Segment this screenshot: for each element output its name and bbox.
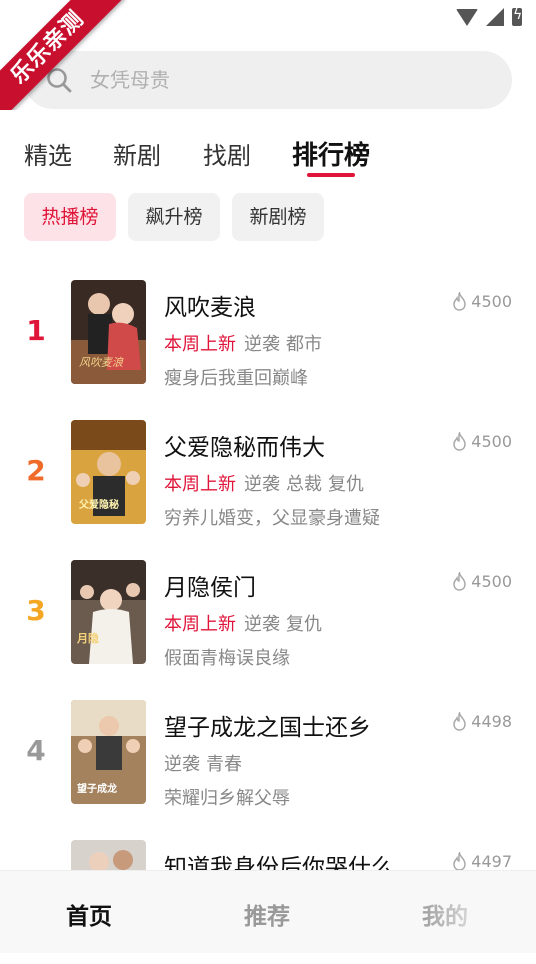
list-item[interactable]: 2 父爱隐秘 父爱隐秘而伟大 本周上新 逆袭 总裁 复仇 穷养儿婚变，父显豪身遭疑 4…	[0, 420, 536, 544]
new-this-week-badge: 本周上新	[164, 334, 236, 355]
rank-number: 4	[26, 734, 46, 767]
tab-rankings[interactable]: 排行榜	[292, 135, 370, 172]
svg-text:月隐: 月隐	[76, 631, 99, 645]
watermark-ribbon: 乐乐亲测	[0, 0, 130, 110]
drama-tags: 本周上新 逆袭 都市	[164, 330, 328, 356]
svg-text:风吹麦浪: 风吹麦浪	[79, 356, 124, 369]
nav-home[interactable]: 首页	[66, 897, 112, 931]
tab-featured[interactable]: 精选	[24, 136, 72, 171]
drama-poster[interactable]: 月隐	[71, 560, 146, 664]
new-this-week-badge: 本周上新	[164, 474, 236, 495]
bottom-nav: 首页 推荐 我的	[0, 870, 536, 953]
chip-rising[interactable]: 飙升榜	[128, 193, 220, 241]
signal-icon	[486, 8, 504, 26]
svg-text:父爱隐秘: 父爱隐秘	[78, 498, 119, 511]
drama-tags: 逆袭 青春	[164, 750, 248, 776]
genre-tag: 复仇	[286, 614, 322, 635]
nav-fade-overlay	[416, 871, 536, 953]
list-item[interactable]: 1 风吹麦浪 风吹麦浪 本周上新 逆袭 都市 瘦身后我重回巅峰 4500	[0, 280, 536, 404]
heat-score: 4500	[451, 572, 512, 591]
svg-text:望子成龙: 望子成龙	[77, 782, 117, 795]
flame-icon	[453, 432, 467, 451]
search-input[interactable]	[90, 51, 490, 109]
heat-score: 4500	[451, 432, 512, 451]
genre-tag: 逆袭	[244, 614, 280, 635]
genre-tag: 逆袭	[244, 474, 280, 495]
heat-value: 4500	[471, 292, 512, 311]
heat-value: 4500	[471, 572, 512, 591]
tab-new-dramas[interactable]: 新剧	[113, 136, 161, 171]
genre-tag: 青春	[206, 754, 242, 775]
genre-tag: 逆袭	[164, 754, 200, 775]
flame-icon	[453, 572, 467, 591]
heat-value: 4498	[471, 712, 512, 731]
chip-hot[interactable]: 热播榜	[24, 193, 116, 241]
drama-poster[interactable]: 父爱隐秘	[71, 420, 146, 524]
status-icons	[456, 7, 522, 26]
rank-number: 1	[26, 314, 46, 347]
drama-poster[interactable]: 风吹麦浪	[71, 280, 146, 384]
drama-description: 假面青梅误良缘	[164, 648, 290, 669]
tab-find-dramas[interactable]: 找剧	[203, 136, 251, 171]
drama-title[interactable]: 父爱隐秘而伟大	[164, 428, 325, 462]
drama-tags: 本周上新 逆袭 总裁 复仇	[164, 470, 370, 496]
flame-icon	[453, 712, 467, 731]
drama-description: 瘦身后我重回巅峰	[164, 368, 308, 389]
drama-title[interactable]: 望子成龙之国士还乡	[164, 708, 371, 742]
drama-title[interactable]: 风吹麦浪	[164, 288, 256, 322]
heat-score: 4498	[451, 712, 512, 731]
drama-description: 穷养儿婚变，父显豪身遭疑	[164, 508, 380, 529]
list-item[interactable]: 4 望子成龙 望子成龙之国士还乡 逆袭 青春 荣耀归乡解父辱 4498	[0, 700, 536, 824]
heat-score: 4500	[451, 292, 512, 311]
drama-poster[interactable]: 望子成龙	[71, 700, 146, 804]
heat-score: 4497	[451, 852, 512, 871]
genre-tag: 逆袭	[244, 334, 280, 355]
genre-tag: 总裁	[286, 474, 322, 495]
heat-value: 4500	[471, 432, 512, 451]
flame-icon	[453, 852, 467, 871]
active-tab-indicator	[307, 173, 355, 177]
chip-new[interactable]: 新剧榜	[232, 193, 324, 241]
genre-tag: 复仇	[328, 474, 364, 495]
rank-number: 3	[26, 594, 46, 627]
battery-icon	[512, 7, 522, 26]
drama-title[interactable]: 月隐侯门	[164, 568, 256, 602]
flame-icon	[453, 292, 467, 311]
wifi-icon	[456, 8, 478, 26]
nav-recommend[interactable]: 推荐	[244, 897, 290, 931]
rank-number: 2	[26, 454, 46, 487]
genre-tag: 都市	[286, 334, 322, 355]
heat-value: 4497	[471, 852, 512, 871]
list-item[interactable]: 3 月隐 月隐侯门 本周上新 逆袭 复仇 假面青梅误良缘 4500	[0, 560, 536, 684]
drama-description: 荣耀归乡解父辱	[164, 788, 290, 809]
new-this-week-badge: 本周上新	[164, 614, 236, 635]
drama-tags: 本周上新 逆袭 复仇	[164, 610, 328, 636]
watermark-text: 乐乐亲测	[0, 0, 125, 110]
